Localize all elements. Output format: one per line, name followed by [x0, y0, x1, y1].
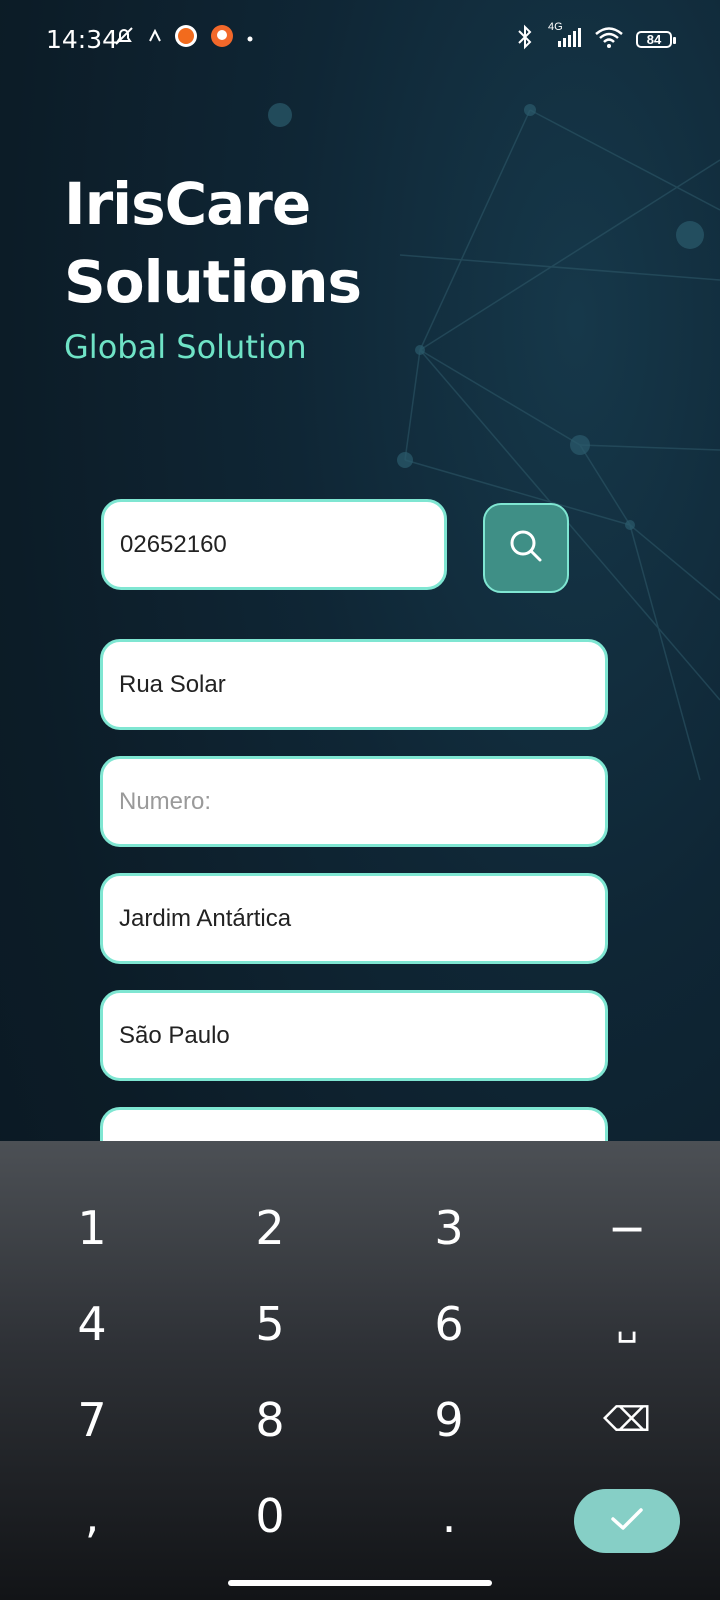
key-period[interactable]: . [389, 1476, 509, 1556]
cep-field[interactable] [101, 499, 447, 590]
number-input[interactable] [119, 787, 605, 816]
number-field[interactable] [100, 756, 608, 847]
signal-icon: 4G [548, 21, 582, 54]
system-icons: 4G 84 [514, 21, 676, 55]
search-icon [507, 527, 545, 570]
key-7[interactable]: 7 [32, 1380, 152, 1460]
home-indicator[interactable] [228, 1580, 492, 1586]
bell-muted-icon [112, 24, 136, 53]
notification-icons [112, 24, 254, 53]
confirm-button[interactable] [574, 1489, 680, 1553]
search-button[interactable] [483, 503, 569, 593]
key-0[interactable]: 0 [210, 1476, 330, 1556]
app-title: IrisCare Solutions [64, 165, 362, 321]
bluetooth-icon [514, 24, 536, 55]
check-icon [609, 1505, 645, 1538]
fox-app-icon [210, 24, 234, 53]
street-input[interactable] [119, 670, 605, 699]
app-title-line2: Solutions [64, 248, 362, 316]
app-notification-icon [148, 28, 162, 48]
key-9[interactable]: 9 [389, 1380, 509, 1460]
status-time: 14:34 [46, 25, 119, 54]
key-comma[interactable]: , [32, 1476, 152, 1556]
more-dot-icon [246, 30, 254, 48]
key-backspace[interactable]: ⌫ [567, 1380, 687, 1460]
key-1[interactable]: 1 [32, 1188, 152, 1268]
key-minus[interactable]: − [567, 1188, 687, 1268]
city-field[interactable] [100, 990, 608, 1081]
key-5[interactable]: 5 [210, 1284, 330, 1364]
street-field[interactable] [100, 639, 608, 730]
network-type-label: 4G [548, 21, 563, 33]
key-6[interactable]: 6 [389, 1284, 509, 1364]
neighborhood-field[interactable] [100, 873, 608, 964]
neighborhood-input[interactable] [119, 904, 605, 933]
city-input[interactable] [119, 1021, 605, 1050]
cep-input[interactable] [120, 530, 444, 559]
app-subtitle: Global Solution [64, 328, 307, 366]
battery-icon: 84 [636, 31, 676, 48]
key-space[interactable]: ␣ [567, 1284, 687, 1364]
key-8[interactable]: 8 [210, 1380, 330, 1460]
wifi-icon [594, 25, 624, 54]
app-title-line1: IrisCare [64, 170, 311, 238]
key-3[interactable]: 3 [389, 1188, 509, 1268]
status-bar: 14:34 4G 84 [0, 0, 720, 80]
key-2[interactable]: 2 [210, 1188, 330, 1268]
orange-app-icon [174, 24, 198, 53]
key-4[interactable]: 4 [32, 1284, 152, 1364]
